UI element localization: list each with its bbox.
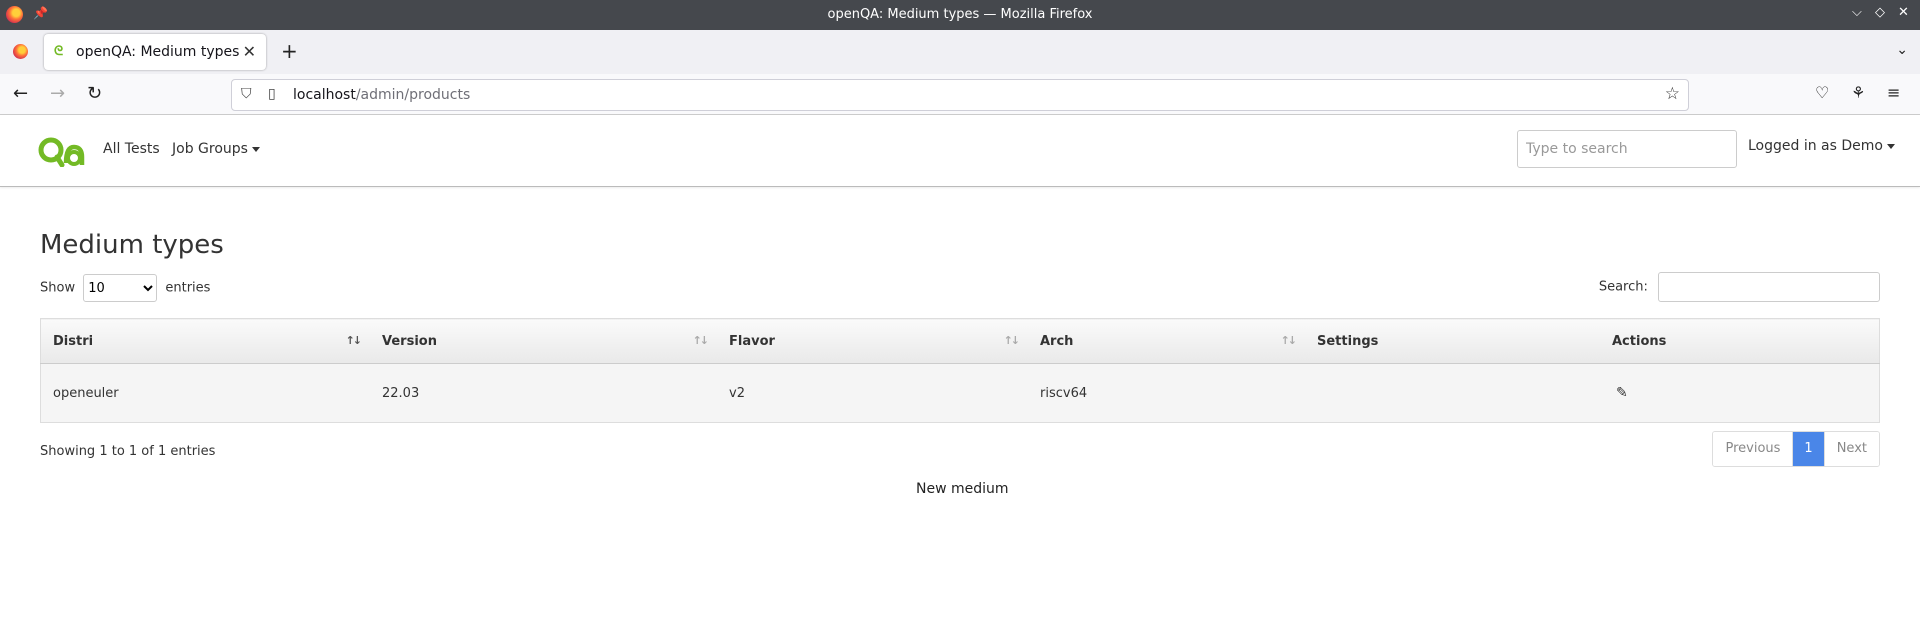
- navigation-toolbar: ← → ↻ ⛉ ▯ localhost/admin/products ☆ ♡ ⚘…: [0, 74, 1920, 115]
- openqa-logo-icon[interactable]: [38, 135, 86, 167]
- firefox-view-icon[interactable]: [13, 44, 28, 59]
- tab-strip: ᘓ openQA: Medium types ✕ + ⌄: [0, 30, 1920, 74]
- pagination: Previous 1 Next: [1712, 431, 1880, 467]
- cell-arch: riscv64: [1028, 363, 1305, 423]
- page-info-icon[interactable]: ▯: [268, 86, 276, 102]
- window-title: openQA: Medium types — Mozilla Firefox: [827, 7, 1093, 22]
- search-input[interactable]: [1517, 130, 1737, 168]
- edit-icon[interactable]: ✎: [1616, 385, 1628, 401]
- openqa-favicon-icon: ᘓ: [54, 44, 64, 59]
- column-header-arch[interactable]: Arch ↑↓: [1028, 318, 1305, 364]
- column-header-version[interactable]: Version ↑↓: [370, 318, 717, 364]
- column-header-settings: Settings: [1305, 318, 1600, 364]
- cell-actions: ✎: [1600, 363, 1880, 423]
- tracking-shield-icon[interactable]: ⛉: [241, 86, 252, 102]
- table-search-input[interactable]: [1658, 272, 1880, 302]
- column-header-flavor[interactable]: Flavor ↑↓: [717, 318, 1028, 364]
- forward-icon[interactable]: →: [50, 83, 65, 104]
- sort-icon: ↑↓: [692, 334, 710, 347]
- entries-select[interactable]: 10: [83, 274, 158, 302]
- nav-job-groups[interactable]: Job Groups: [172, 141, 260, 157]
- openqa-navbar: All Tests Job Groups Logged in as Demo: [0, 115, 1920, 187]
- sort-icon: ↑↓: [1280, 334, 1298, 347]
- table-filter: Search:: [1599, 272, 1880, 302]
- medium-types-table: Distri ↑↓ Version ↑↓ Flavor ↑↓ Arch ↑↓ Setti…: [40, 318, 1880, 423]
- cell-version: 22.03: [370, 363, 717, 423]
- reload-icon[interactable]: ↻: [87, 83, 102, 104]
- tab-label: openQA: Medium types: [76, 44, 240, 60]
- cell-flavor: v2: [717, 363, 1028, 423]
- page-title: Medium types: [40, 230, 224, 260]
- previous-page-button[interactable]: Previous: [1713, 432, 1794, 466]
- tab-openqa[interactable]: ᘓ openQA: Medium types ✕: [44, 34, 266, 70]
- minimize-icon[interactable]: ⌵: [1852, 5, 1862, 20]
- column-header-actions: Actions: [1600, 318, 1880, 364]
- close-window-icon[interactable]: ✕: [1898, 5, 1909, 20]
- table-info: Showing 1 to 1 of 1 entries: [40, 444, 216, 459]
- chevron-down-icon: [251, 146, 260, 152]
- pocket-icon[interactable]: ♡: [1815, 83, 1829, 102]
- extensions-icon[interactable]: ⚘: [1851, 83, 1865, 102]
- bookmark-star-icon[interactable]: ☆: [1665, 84, 1680, 104]
- menu-icon[interactable]: ≡: [1887, 83, 1900, 102]
- sort-icon: ↑↓: [1003, 334, 1021, 347]
- window-titlebar: 📌 openQA: Medium types — Mozilla Firefox…: [0, 0, 1920, 30]
- maximize-icon[interactable]: ◇: [1875, 5, 1885, 20]
- cell-settings: [1305, 363, 1600, 423]
- list-all-tabs-icon[interactable]: ⌄: [1896, 42, 1908, 58]
- cell-distri: openeuler: [40, 363, 370, 423]
- column-header-distri[interactable]: Distri ↑↓: [40, 318, 370, 364]
- page-1-button[interactable]: 1: [1793, 432, 1824, 466]
- new-tab-icon[interactable]: +: [281, 39, 298, 63]
- entries-length-control: Show 10 entries: [40, 274, 210, 302]
- url-bar[interactable]: ⛉ ▯ localhost/admin/products ☆: [231, 79, 1689, 111]
- new-medium-button[interactable]: New medium: [916, 481, 1009, 497]
- chevron-down-icon: [1886, 143, 1895, 149]
- user-menu[interactable]: Logged in as Demo: [1748, 138, 1895, 154]
- url-text[interactable]: localhost/admin/products: [293, 87, 470, 103]
- table-row: openeuler 22.03 v2 riscv64 ✎: [40, 363, 1880, 423]
- tab-close-icon[interactable]: ✕: [243, 42, 256, 61]
- sort-asc-icon: ↑↓: [345, 334, 363, 347]
- nav-all-tests[interactable]: All Tests: [103, 141, 160, 157]
- back-icon[interactable]: ←: [13, 83, 28, 104]
- next-page-button[interactable]: Next: [1823, 432, 1879, 466]
